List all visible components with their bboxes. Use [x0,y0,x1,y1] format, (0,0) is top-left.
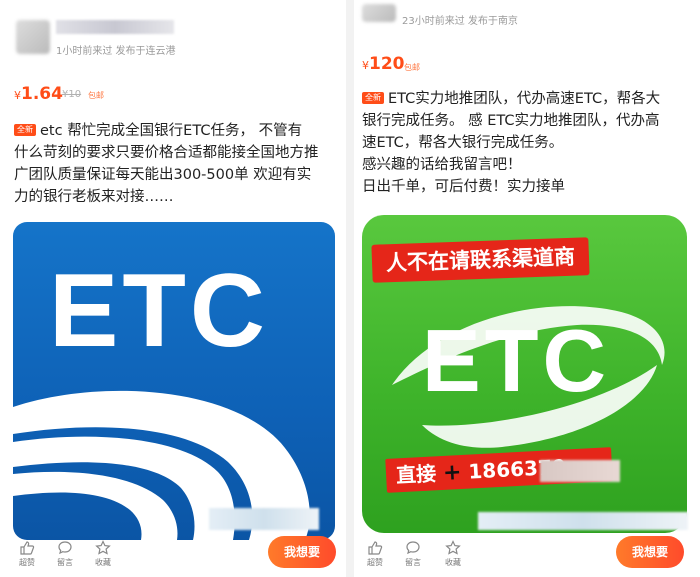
shipping-tag: 包邮 [404,63,420,72]
seller-avatar[interactable] [16,20,50,54]
description-line: 全新 etc 帮忙完成全国银行ETC任务， 不管有 [14,120,344,142]
time-location: 1小时前来过 发布于连云港 [56,46,176,57]
favorite-label: 收藏 [95,558,111,567]
phone-prefix: 直接 [395,461,437,488]
time-location: 23小时前来过 发布于南京 [402,16,518,27]
comment-icon [406,541,420,555]
like-label: 超赞 [367,558,383,567]
comment-icon [58,541,72,555]
description-line: 感兴趣的话给我留言吧！ [362,157,522,173]
thumbs-up-icon [368,541,383,555]
favorite-action[interactable]: 收藏 [90,540,116,568]
description-line: 什么苛刻的要求只要价格合适都能接全国地方推 [14,145,319,161]
seller-name-blurred[interactable] [56,20,174,34]
listing-card-left[interactable]: 1小时前来过 发布于连云港 ¥1.64 ¥10 包邮 全新 etc 帮忙完成全国银… [0,0,346,577]
star-icon [95,540,111,555]
star-icon [445,540,461,555]
description-line: 银行完成任务。 感 ETC实力地推团队，代办高 [362,113,660,129]
price-value: 120 [369,54,405,74]
etc-logo-text: ETC [422,311,610,410]
description-line: 速ETC，帮各大银行完成任务。 [362,135,564,151]
like-label: 超赞 [19,558,35,567]
watermark-blurred [478,512,688,530]
like-action[interactable]: 超赞 [362,540,388,568]
favorite-action[interactable]: 收藏 [440,540,466,568]
price-symbol: ¥ [14,89,21,102]
description[interactable]: 全新 ETC实力地推团队，代办高速ETC，帮各大 银行完成任务。 感 ETC实力地… [362,88,698,198]
thumbs-up-icon [20,541,35,555]
comment-label: 留言 [57,558,73,567]
comment-label: 留言 [405,558,421,567]
price: ¥120 [362,54,405,74]
favorite-label: 收藏 [445,558,461,567]
want-button[interactable]: 我想要 [616,536,684,568]
phone-number-blurred [540,460,620,482]
road-graphic [13,390,310,540]
watermark-blurred [209,508,319,530]
price-symbol: ¥ [362,59,369,72]
price-value: 1.64 [21,84,63,104]
comment-action[interactable]: 留言 [400,540,426,568]
listing-image-etc-green[interactable]: 人不在请联系渠道商 ETC 直接 + 1866370 [362,215,687,533]
comment-action[interactable]: 留言 [52,540,78,568]
plus-icon: + [442,459,463,486]
want-button[interactable]: 我想要 [268,536,336,568]
description-line: 日出千单，可后付费！实力接单 [362,179,565,195]
description-line: 力的银行老板来对接…… [14,189,174,205]
like-action[interactable]: 超赞 [14,540,40,568]
listing-image-etc-blue[interactable]: ETC [13,222,335,540]
shipping-tag: 包邮 [88,91,104,100]
new-tag: 全新 [14,124,36,136]
new-tag: 全新 [362,92,384,104]
price: ¥1.64 [14,84,63,104]
description-line: 全新 ETC实力地推团队，代办高速ETC，帮各大 [362,88,698,110]
description-line: 广团队质量保证每天能出300-500单 欢迎有实 [14,167,312,183]
description[interactable]: 全新 etc 帮忙完成全国银行ETC任务， 不管有 什么苛刻的要求只要价格合适都能… [14,120,344,208]
original-price: ¥10 [62,89,82,100]
seller-avatar[interactable] [362,4,396,22]
